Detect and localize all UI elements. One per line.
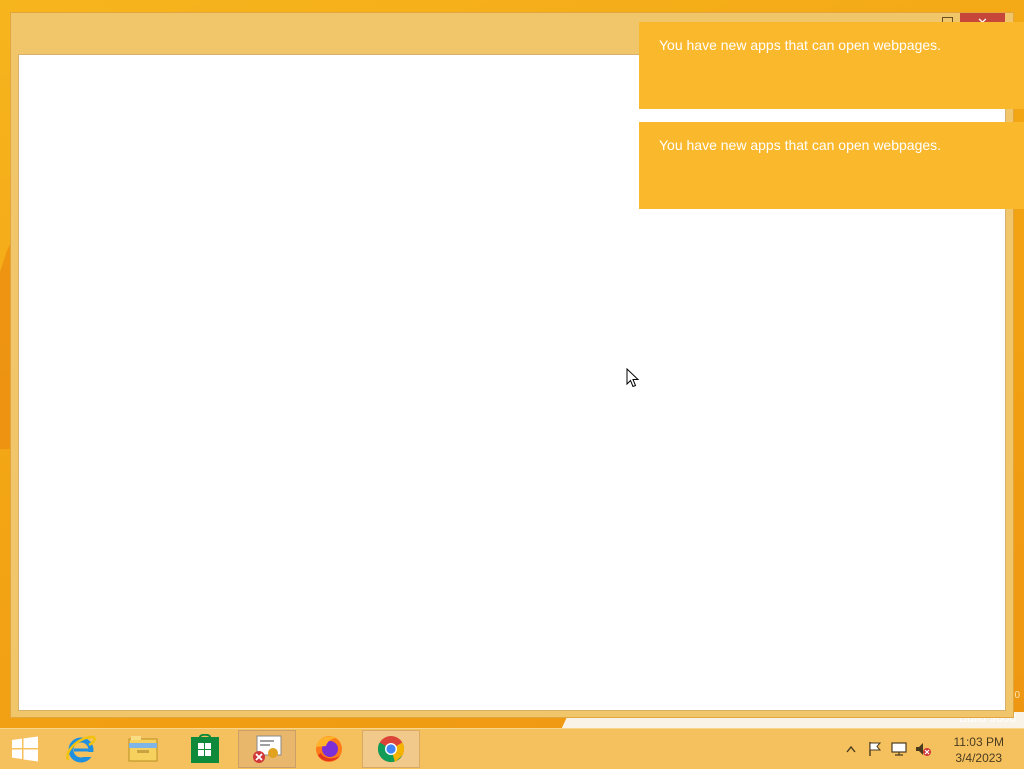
notification-message: You have new apps that can open webpages… xyxy=(659,137,942,153)
system-tray: 11:03 PM 3/4/2023 xyxy=(824,729,1024,769)
notification-toast[interactable]: You have new apps that can open webpages… xyxy=(639,122,1024,209)
clock-time: 11:03 PM xyxy=(953,735,1004,749)
taskbar-store[interactable] xyxy=(176,730,234,768)
taskbar-chrome[interactable] xyxy=(362,730,420,768)
start-button[interactable] xyxy=(0,730,50,768)
folder-icon xyxy=(128,736,158,762)
internet-explorer-icon xyxy=(66,735,96,763)
taskbar-firefox[interactable] xyxy=(300,730,358,768)
store-icon xyxy=(191,734,219,763)
clock-date: 3/4/2023 xyxy=(955,751,1003,765)
taskbar-clock[interactable]: 11:03 PM 3/4/2023 xyxy=(954,734,1004,766)
notification-message: You have new apps that can open webpages… xyxy=(659,37,942,53)
action-center-flag-icon[interactable] xyxy=(866,741,884,757)
chrome-icon xyxy=(377,736,405,763)
browser-window: ✕ xyxy=(10,12,1014,718)
volume-muted-icon[interactable] xyxy=(914,741,932,757)
taskbar-certificate-app[interactable] xyxy=(238,730,296,768)
desktop-edge-text: 0 xyxy=(1014,690,1020,701)
show-hidden-icons-icon[interactable] xyxy=(842,741,860,757)
mouse-cursor-icon xyxy=(626,368,640,388)
firefox-icon xyxy=(316,736,342,762)
notification-toast[interactable]: You have new apps that can open webpages… xyxy=(639,22,1024,109)
taskbar-internet-explorer[interactable] xyxy=(52,730,110,768)
taskbar: 11:03 PM 3/4/2023 xyxy=(0,728,1024,769)
windows-logo-icon xyxy=(12,736,38,762)
certificate-icon xyxy=(253,735,282,763)
network-icon[interactable] xyxy=(890,741,908,757)
taskbar-file-explorer[interactable] xyxy=(114,730,172,768)
